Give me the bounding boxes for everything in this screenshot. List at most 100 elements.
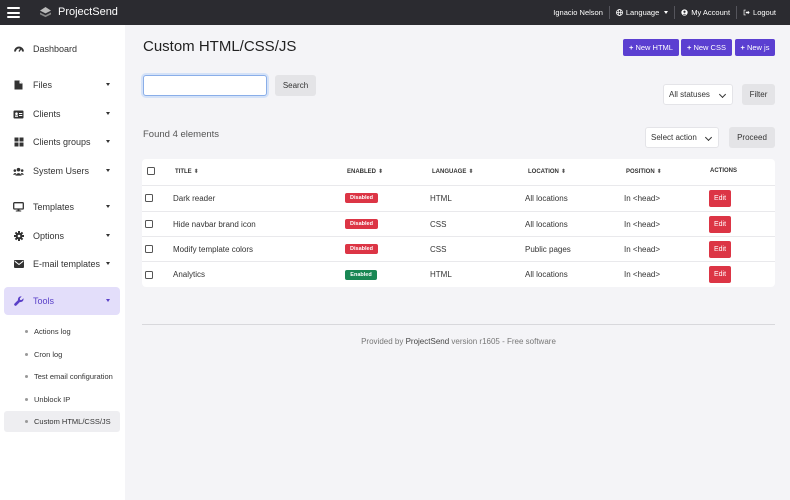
- column-header-location[interactable]: LOCATION ⬍: [528, 168, 566, 176]
- edit-button[interactable]: Edit: [709, 190, 731, 207]
- monitor-icon: [13, 202, 24, 213]
- proceed-button[interactable]: Proceed: [729, 127, 775, 148]
- dashboard-icon: [13, 44, 24, 55]
- new-html-label: New HTML: [635, 43, 673, 52]
- filter-button[interactable]: Filter: [742, 84, 775, 105]
- plus-icon: +: [629, 43, 634, 52]
- sidebar: Dashboard Files Clients Clients groups S…: [0, 25, 125, 500]
- row-divider: [142, 211, 775, 212]
- sidebar-item-email-templates[interactable]: E-mail templates: [4, 250, 120, 278]
- footer-prefix: Provided by: [361, 337, 404, 346]
- column-header-position[interactable]: POSITION ⬍: [626, 168, 662, 176]
- sidebar-subitem-label: Unblock IP: [34, 395, 71, 404]
- sidebar-subitem-cron-log[interactable]: Cron log: [4, 344, 120, 365]
- user-name-label: Ignacio Nelson: [553, 8, 603, 17]
- new-js-button[interactable]: + New js: [735, 39, 775, 56]
- sidebar-item-files[interactable]: Files: [4, 71, 120, 99]
- column-header-label: ACTIONS: [710, 168, 737, 174]
- row-title: Analytics: [173, 270, 206, 279]
- sidebar-subitem-actions-log[interactable]: Actions log: [4, 321, 120, 342]
- row-checkbox[interactable]: [145, 271, 153, 279]
- sidebar-item-clients-groups[interactable]: Clients groups: [4, 128, 120, 156]
- logout-link[interactable]: Logout: [736, 6, 782, 19]
- bulk-action-select[interactable]: Select action: [645, 127, 719, 148]
- status-badge: Enabled: [345, 270, 377, 280]
- sidebar-item-label: Clients: [33, 109, 61, 119]
- chevron-down-icon: [106, 83, 110, 86]
- envelope-icon: [13, 259, 24, 270]
- row-language: CSS: [430, 245, 447, 254]
- projectsend-logo-icon: [40, 6, 51, 17]
- new-css-button[interactable]: + New CSS: [681, 39, 732, 56]
- status-filter-select[interactable]: All statuses: [663, 84, 733, 105]
- sidebar-item-dashboard[interactable]: Dashboard: [4, 35, 120, 63]
- row-position: In <head>: [624, 270, 661, 279]
- sidebar-item-tools[interactable]: Tools: [4, 287, 120, 315]
- new-html-button[interactable]: + New HTML: [623, 39, 679, 56]
- sidebar-subitem-label: Cron log: [34, 350, 63, 359]
- sort-icon: ⬍: [378, 169, 384, 175]
- column-header-title[interactable]: TITLE ⬍: [175, 168, 199, 176]
- chevron-down-icon: [106, 112, 110, 115]
- row-checkbox[interactable]: [145, 194, 153, 202]
- sort-icon: ⬍: [656, 169, 662, 175]
- chevron-down-icon: [106, 299, 110, 302]
- row-location: All locations: [525, 194, 568, 203]
- edit-button[interactable]: Edit: [709, 241, 731, 258]
- edit-button[interactable]: Edit: [709, 266, 731, 283]
- sidebar-item-label: Templates: [33, 202, 75, 212]
- column-header-language[interactable]: LANGUAGE ⬍: [432, 168, 473, 176]
- footer-projectsend-link[interactable]: ProjectSend: [406, 337, 450, 346]
- file-icon: [13, 80, 24, 91]
- select-all-checkbox[interactable]: [147, 167, 155, 175]
- chevron-down-icon: [106, 169, 110, 172]
- sidebar-item-label: E-mail templates: [33, 259, 101, 269]
- edit-button[interactable]: Edit: [709, 216, 731, 233]
- row-title: Modify template colors: [173, 245, 254, 254]
- row-location: Public pages: [525, 245, 571, 254]
- caret-down-icon: [664, 11, 669, 14]
- page-title: Custom HTML/CSS/JS: [143, 38, 297, 55]
- column-header-enabled[interactable]: ENABLED ⬍: [347, 168, 384, 176]
- row-position: In <head>: [624, 245, 661, 254]
- my-account-link[interactable]: My Account: [674, 6, 736, 19]
- logout-label: Logout: [753, 8, 776, 17]
- proceed-button-label: Proceed: [737, 133, 767, 142]
- row-position: In <head>: [624, 194, 661, 203]
- language-dropdown[interactable]: Language: [608, 6, 674, 19]
- status-badge: Disabled: [345, 244, 378, 254]
- menu-toggle-icon[interactable]: [7, 7, 20, 18]
- language-label: Language: [625, 8, 660, 17]
- sidebar-item-options[interactable]: Options: [4, 222, 120, 250]
- bulk-action-value: Select action: [651, 133, 697, 142]
- row-checkbox[interactable]: [145, 245, 153, 253]
- results-count: Found 4 elements: [143, 129, 220, 140]
- row-divider: [142, 185, 775, 186]
- row-language: CSS: [430, 220, 447, 229]
- sidebar-item-system-users[interactable]: System Users: [4, 157, 120, 185]
- new-js-label: New js: [746, 43, 770, 52]
- sidebar-item-label: Clients groups: [33, 137, 91, 147]
- chevron-down-icon: [106, 262, 110, 265]
- new-css-label: New CSS: [693, 43, 726, 52]
- user-name[interactable]: Ignacio Nelson: [547, 6, 609, 19]
- row-checkbox[interactable]: [145, 220, 153, 228]
- row-title: Hide navbar brand icon: [173, 220, 256, 229]
- sidebar-item-label: Dashboard: [33, 44, 78, 54]
- chevron-down-icon: [106, 140, 110, 143]
- sidebar-subitem-unblock-ip[interactable]: Unblock IP: [4, 389, 120, 410]
- sidebar-subitem-custom-html[interactable]: Custom HTML/CSS/JS: [4, 411, 120, 432]
- column-header-label: TITLE: [175, 168, 192, 175]
- gear-icon: [13, 231, 24, 242]
- row-location: All locations: [525, 270, 568, 279]
- brand[interactable]: ProjectSend: [40, 6, 118, 18]
- footer-suffix: version r1605 - Free software: [451, 337, 556, 346]
- search-button[interactable]: Search: [275, 75, 316, 96]
- sidebar-item-clients[interactable]: Clients: [4, 100, 120, 128]
- sidebar-subitem-test-email[interactable]: Test email configuration: [4, 366, 120, 387]
- status-badge: Disabled: [345, 193, 378, 203]
- search-input[interactable]: [143, 75, 267, 96]
- sidebar-subitem-label: Actions log: [34, 327, 71, 336]
- column-header-label: LOCATION: [528, 168, 559, 175]
- sidebar-item-templates[interactable]: Templates: [4, 193, 120, 221]
